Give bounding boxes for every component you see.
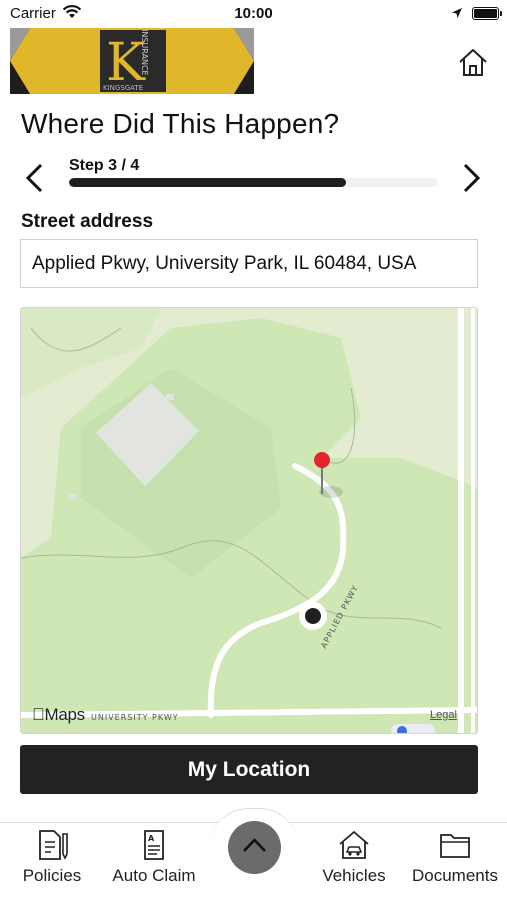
map-view[interactable]: APPLIED PKWY UNIVERSITY PKWY Maps Legal	[20, 307, 478, 734]
map-canvas: APPLIED PKWY UNIVERSITY PKWY	[21, 308, 477, 733]
claim-form-icon: A	[144, 830, 164, 860]
street-address-label: Street address	[21, 211, 154, 232]
step-progress-fill	[69, 178, 346, 187]
home-icon	[459, 49, 487, 76]
tab-documents-label: Documents	[412, 866, 498, 885]
compass-badge-icon	[391, 724, 435, 733]
tab-policies[interactable]: Policies	[14, 828, 90, 894]
previous-step-button[interactable]	[22, 160, 48, 196]
status-bar: Carrier 10:00	[0, 0, 507, 28]
street-address-input[interactable]	[20, 239, 478, 288]
step-label: Step 3 / 4	[69, 157, 140, 174]
svg-text:A: A	[148, 834, 155, 843]
battery-icon	[472, 7, 502, 20]
tab-vehicles[interactable]: Vehicles	[314, 828, 394, 894]
current-location-dot-icon	[299, 602, 327, 630]
location-arrow-icon	[451, 6, 463, 24]
apple-maps-brand: Maps	[32, 705, 85, 724]
app-header: K INSURANCE KINGSGATE	[0, 28, 507, 96]
expand-menu-button[interactable]	[228, 821, 281, 874]
kingsgate-logo: K INSURANCE KINGSGATE	[10, 28, 254, 94]
university-pkwy-road-label: UNIVERSITY PKWY	[91, 713, 179, 722]
my-location-button[interactable]: My Location	[20, 745, 478, 794]
next-step-button[interactable]	[458, 160, 484, 196]
svg-text:KINGSGATE: KINGSGATE	[103, 84, 143, 92]
page-title: Where Did This Happen?	[21, 108, 340, 139]
chevron-left-icon	[25, 163, 43, 193]
svg-text:INSURANCE: INSURANCE	[140, 29, 149, 76]
step-progress-bar	[69, 178, 438, 187]
tab-policies-label: Policies	[22, 866, 82, 885]
car-house-icon	[339, 830, 369, 859]
clock-time: 10:00	[234, 5, 273, 22]
tab-auto-claim-label: Auto Claim	[112, 866, 196, 885]
chevron-right-icon	[463, 163, 481, 193]
apple-logo-icon: 	[32, 705, 45, 724]
tab-vehicles-label: Vehicles	[322, 866, 386, 885]
home-button[interactable]	[455, 44, 491, 80]
map-legal-link[interactable]: Legal	[430, 709, 457, 721]
folder-icon	[440, 834, 470, 858]
tab-documents[interactable]: Documents	[407, 828, 503, 894]
tab-auto-claim[interactable]: A Auto Claim	[108, 828, 200, 894]
chevron-up-icon	[243, 838, 266, 852]
policy-document-icon	[39, 830, 68, 860]
